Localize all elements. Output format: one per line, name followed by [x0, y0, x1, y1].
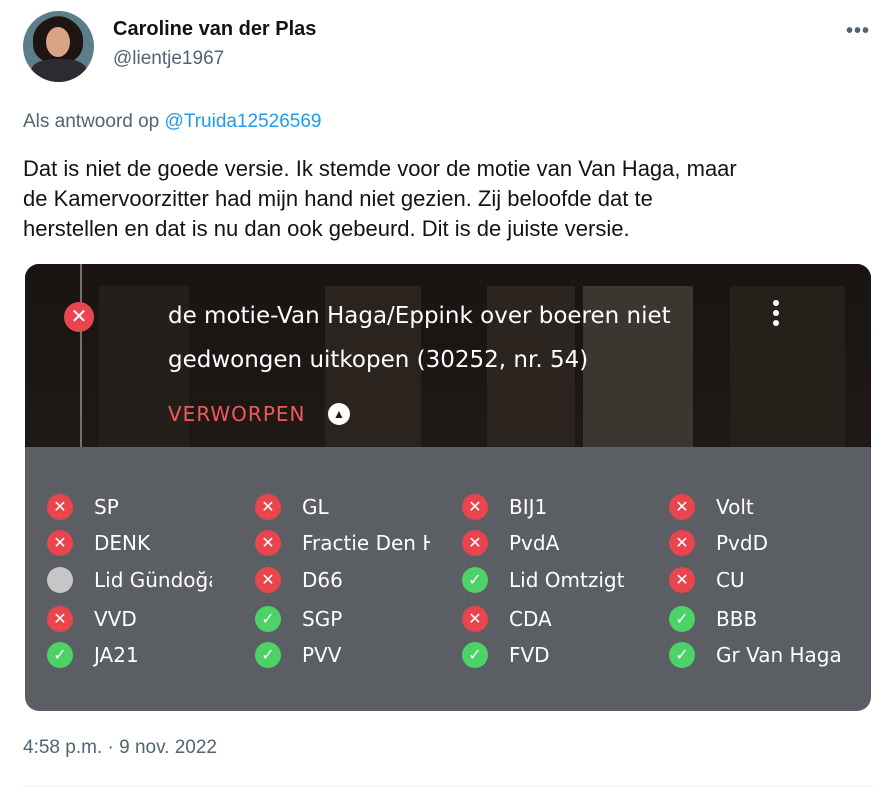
cross-icon: ✕ [462, 494, 488, 520]
check-icon: ✓ [462, 567, 488, 593]
kebab-menu-icon[interactable] [771, 300, 781, 330]
vote-row: ✕ Volt [669, 492, 844, 522]
cross-icon: ✕ [255, 494, 281, 520]
vote-row: ✓ BBB [669, 604, 844, 634]
card-header: ✕ de motie-Van Haga/Eppink over boeren n… [25, 264, 871, 447]
vote-card-image[interactable]: ✕ de motie-Van Haga/Eppink over boeren n… [25, 264, 871, 711]
ellipsis-icon[interactable]: ••• [846, 20, 870, 43]
motion-line: de motie-Van Haga/Eppink over boeren nie… [168, 303, 671, 329]
reply-context: Als antwoord op @Truida12526569 [23, 111, 322, 133]
check-icon: ✓ [255, 642, 281, 668]
party-name: FVD [509, 643, 550, 667]
timeline-line [80, 264, 82, 447]
party-name: BBB [716, 607, 758, 631]
party-name: VVD [94, 607, 137, 631]
cross-icon: ✕ [255, 530, 281, 556]
cross-icon: ✕ [47, 606, 73, 632]
tweet-line: de Kamervoorzitter had mijn hand niet ge… [23, 186, 653, 211]
party-name: Gr Van Haga [716, 643, 842, 667]
check-icon: ✓ [255, 606, 281, 632]
absent-icon [47, 567, 73, 593]
tweet-text: Dat is niet de goede versie. Ik stemde v… [23, 154, 873, 244]
cross-icon: ✕ [47, 494, 73, 520]
vote-row: ✕ D66 [255, 565, 430, 595]
vote-row: ✓ Gr Van Haga [669, 640, 844, 670]
party-name: Lid Gündoğan [94, 568, 212, 592]
vote-row: ✓ FVD [462, 640, 647, 670]
party-name: PvdA [509, 531, 560, 555]
author-avatar[interactable] [23, 11, 94, 82]
party-name: Fractie Den Haan [302, 531, 430, 555]
check-icon: ✓ [47, 642, 73, 668]
vote-row: ✕ VVD [47, 604, 212, 634]
avatar-body [31, 59, 87, 82]
reply-target-link[interactable]: @Truida12526569 [165, 111, 322, 132]
check-icon: ✓ [669, 642, 695, 668]
party-name: JA21 [94, 643, 139, 667]
vote-row: ✕ SP [47, 492, 212, 522]
cross-icon: ✕ [669, 567, 695, 593]
vote-row: ✕ CU [669, 565, 844, 595]
motion-line: gedwongen uitkopen (30252, nr. 54) [168, 347, 589, 373]
vote-row: ✓ Lid Omtzigt [462, 565, 647, 595]
chevron-up-icon[interactable]: ▲ [328, 403, 350, 425]
party-name: Volt [716, 495, 754, 519]
author-name[interactable]: Caroline van der Plas [113, 18, 316, 41]
rejected-icon: ✕ [64, 302, 94, 332]
party-name: Lid Omtzigt [509, 568, 625, 592]
cross-icon: ✕ [669, 494, 695, 520]
tweet-line: Dat is niet de goede versie. Ik stemde v… [23, 156, 737, 181]
tweet-timestamp[interactable]: 4:58 p.m. · 9 nov. 2022 [23, 737, 217, 759]
vote-row: ✓ PVV [255, 640, 430, 670]
vote-row: ✓ JA21 [47, 640, 212, 670]
cross-icon: ✕ [462, 530, 488, 556]
party-name: SP [94, 495, 119, 519]
party-name: BIJ1 [509, 495, 548, 519]
vote-row: Lid Gündoğan [47, 565, 212, 595]
party-name: PvdD [716, 531, 768, 555]
cross-icon: ✕ [462, 606, 488, 632]
vote-row: ✕ PvdD [669, 528, 844, 558]
status-label: VERWORPEN [168, 402, 306, 426]
tweet-line: herstellen en dat is nu dan ook gebeurd.… [23, 216, 630, 241]
cross-icon: ✕ [669, 530, 695, 556]
party-name: PVV [302, 643, 342, 667]
vote-row: ✕ DENK [47, 528, 212, 558]
vote-row: ✕ Fractie Den Haan [255, 528, 430, 558]
vote-row: ✓ SGP [255, 604, 430, 634]
avatar-face [46, 27, 70, 57]
party-name: D66 [302, 568, 343, 592]
vote-row: ✕ PvdA [462, 528, 647, 558]
check-icon: ✓ [669, 606, 695, 632]
cross-icon: ✕ [47, 530, 73, 556]
cross-icon: ✕ [255, 567, 281, 593]
motion-title: de motie-Van Haga/Eppink over boeren nie… [168, 294, 671, 382]
divider [23, 786, 873, 787]
check-icon: ✓ [462, 642, 488, 668]
party-name: GL [302, 495, 329, 519]
vote-row: ✕ CDA [462, 604, 647, 634]
party-name: CU [716, 568, 745, 592]
party-name: SGP [302, 607, 343, 631]
author-handle[interactable]: @lientje1967 [113, 48, 224, 70]
reply-prefix: Als antwoord op [23, 111, 160, 132]
vote-row: ✕ GL [255, 492, 430, 522]
party-name: DENK [94, 531, 151, 555]
party-name: CDA [509, 607, 552, 631]
vote-row: ✕ BIJ1 [462, 492, 647, 522]
